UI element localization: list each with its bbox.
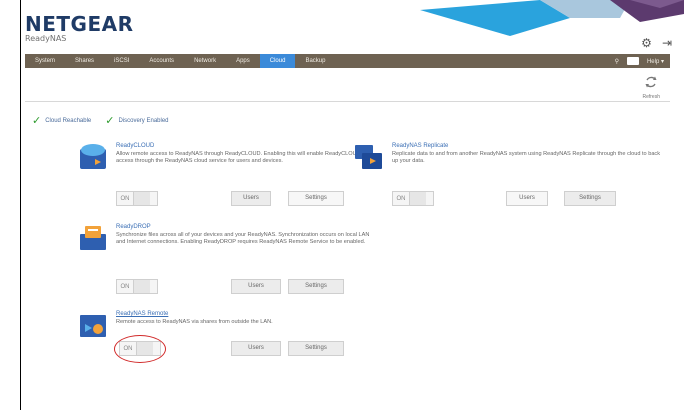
logout-icon[interactable]: ⇥ xyxy=(662,36,672,50)
toggle-knob xyxy=(133,280,150,293)
cloud-service-icon xyxy=(80,144,106,169)
service-description: Remote access to ReadyNAS via shares fro… xyxy=(116,319,273,325)
help-menu[interactable]: Help ▾ xyxy=(647,58,664,65)
toolbar-strip: Refresh xyxy=(25,69,670,102)
tab-network[interactable]: Network xyxy=(184,54,226,68)
service-title[interactable]: ReadyNAS Remote xyxy=(116,311,376,317)
service-title[interactable]: ReadyDROP xyxy=(116,224,376,230)
refresh-button[interactable]: Refresh xyxy=(642,75,660,100)
refresh-label: Refresh xyxy=(642,94,660,100)
chevron-down-icon: ▾ xyxy=(660,58,664,65)
toggle-knob xyxy=(133,192,150,205)
readycloud-users-button[interactable]: Users xyxy=(231,191,271,206)
remote-settings-button[interactable]: Settings xyxy=(288,341,344,356)
header-banner-graphic xyxy=(420,0,684,36)
video-icon[interactable] xyxy=(626,57,639,65)
netgear-logo: NETGEAR xyxy=(25,12,134,36)
tab-apps[interactable]: Apps xyxy=(226,54,260,68)
refresh-icon xyxy=(645,76,657,88)
pin-icon[interactable]: ⚲ xyxy=(615,58,619,65)
readycloud-toggle[interactable]: ON xyxy=(116,191,158,206)
replicate-settings-button[interactable]: Settings xyxy=(564,191,616,206)
service-description: Synchronize files across all of your dev… xyxy=(116,232,370,245)
readydrop-users-button[interactable]: Users xyxy=(231,279,281,294)
highlight-circle-annotation xyxy=(114,335,166,363)
readycloud-settings-button[interactable]: Settings xyxy=(288,191,344,206)
top-right-icons: ⚙ ⇥ xyxy=(641,36,672,50)
readydrop-service-icon xyxy=(80,226,106,250)
remote-service-icon xyxy=(80,315,106,337)
main-nav: System Shares iSCSI Accounts Network App… xyxy=(25,54,670,68)
readydrop-settings-button[interactable]: Settings xyxy=(288,279,344,294)
cloud-status-row: ✓ Cloud Reachable ✓ Discovery Enabled xyxy=(32,114,169,127)
tab-iscsi[interactable]: iSCSI xyxy=(104,54,139,68)
checkmark-icon: ✓ xyxy=(32,115,42,127)
brand: NETGEAR ReadyNAS xyxy=(25,14,134,43)
replicate-users-button[interactable]: Users xyxy=(506,191,548,206)
remote-users-button[interactable]: Users xyxy=(231,341,281,356)
tab-shares[interactable]: Shares xyxy=(65,54,104,68)
service-description: Replicate data to and from another Ready… xyxy=(392,151,661,164)
service-description: Allow remote access to ReadyNAS through … xyxy=(116,151,361,164)
tab-accounts[interactable]: Accounts xyxy=(139,54,184,68)
status-remote-access-text: Cloud Reachable xyxy=(45,117,92,124)
replicate-toggle[interactable]: ON xyxy=(392,191,434,206)
left-border-line xyxy=(20,0,21,410)
tab-cloud[interactable]: Cloud xyxy=(259,54,296,68)
tab-system[interactable]: System xyxy=(25,54,65,68)
status-remote-access: ✓ Cloud Reachable xyxy=(32,114,91,127)
status-discovery-text: Discovery Enabled xyxy=(118,117,169,124)
service-title[interactable]: ReadyNAS Replicate xyxy=(392,143,662,149)
replicate-service-icon xyxy=(355,145,382,169)
status-discovery: ✓ Discovery Enabled xyxy=(105,114,168,127)
nav-right-tools: ⚲ Help ▾ xyxy=(615,57,670,65)
readydrop-toggle[interactable]: ON xyxy=(116,279,158,294)
tab-backup[interactable]: Backup xyxy=(295,54,335,68)
toggle-knob xyxy=(409,192,426,205)
checkmark-icon: ✓ xyxy=(105,115,115,127)
gear-icon[interactable]: ⚙ xyxy=(641,36,652,50)
service-title[interactable]: ReadyCLOUD xyxy=(116,143,376,149)
